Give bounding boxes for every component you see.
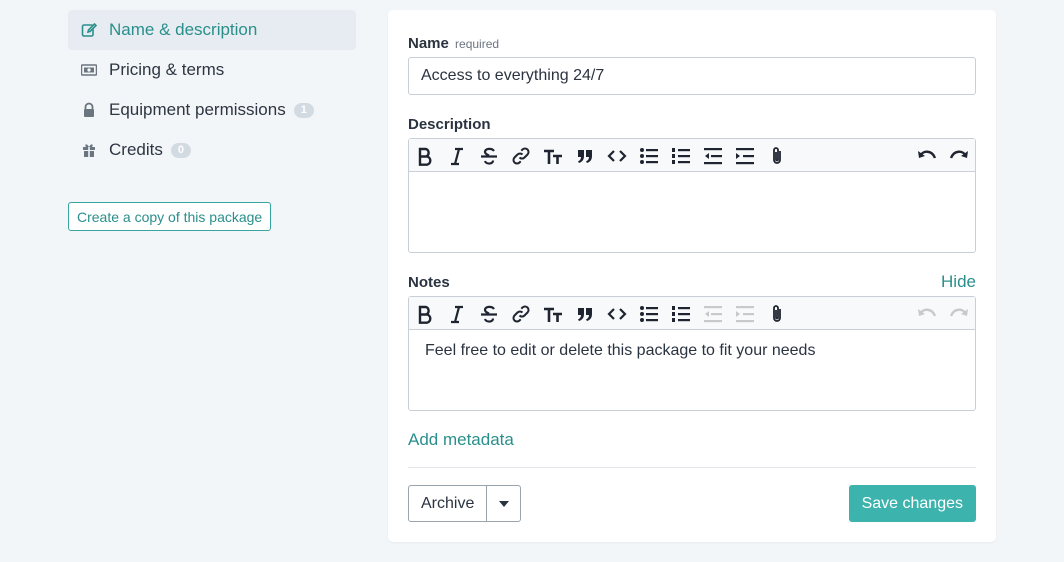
lock-icon	[80, 101, 98, 119]
heading-icon[interactable]	[539, 139, 567, 172]
quote-icon[interactable]	[571, 139, 599, 172]
undo-icon[interactable]	[913, 139, 941, 172]
sidebar-item-pricing-terms[interactable]: Pricing & terms	[68, 50, 356, 90]
archive-button-group: Archive	[408, 485, 522, 522]
italic-icon[interactable]	[443, 297, 471, 330]
gift-icon	[80, 141, 98, 159]
notes-editor: Feel free to edit or delete this package…	[408, 296, 976, 411]
undo-icon[interactable]	[913, 297, 941, 330]
edit-icon	[80, 21, 98, 39]
italic-icon[interactable]	[443, 139, 471, 172]
sidebar-item-credits[interactable]: Credits 0	[68, 130, 356, 170]
link-icon[interactable]	[507, 297, 535, 330]
archive-dropdown-toggle[interactable]	[487, 486, 520, 521]
caret-down-icon	[498, 500, 509, 507]
attachment-icon[interactable]	[763, 139, 791, 172]
numbered-list-icon[interactable]	[667, 297, 695, 330]
add-metadata-link[interactable]: Add metadata	[408, 430, 514, 450]
bold-icon[interactable]	[411, 297, 439, 330]
sidebar-item-equipment-permissions[interactable]: Equipment permissions 1	[68, 90, 356, 130]
hide-notes-link[interactable]: Hide	[941, 272, 976, 292]
notes-label: Notes	[408, 274, 450, 291]
sidebar-item-label: Name & description	[109, 20, 258, 39]
count-badge: 1	[293, 102, 314, 118]
notes-editor-content[interactable]: Feel free to edit or delete this package…	[409, 330, 975, 372]
strikethrough-icon[interactable]	[475, 139, 503, 172]
quote-icon[interactable]	[571, 297, 599, 330]
divider	[408, 467, 976, 468]
description-toolbar	[409, 139, 975, 172]
name-input[interactable]	[408, 57, 976, 95]
indent-icon[interactable]	[731, 139, 759, 172]
bullet-list-icon[interactable]	[635, 297, 663, 330]
strikethrough-icon[interactable]	[475, 297, 503, 330]
archive-button[interactable]: Archive	[409, 486, 488, 521]
indent-icon[interactable]	[731, 297, 759, 330]
package-form-card: Name required Description Notes Hide	[388, 10, 996, 542]
redo-icon[interactable]	[945, 139, 973, 172]
name-label-text: Name	[408, 35, 449, 52]
sidebar-item-label: Pricing & terms	[109, 60, 225, 79]
heading-icon[interactable]	[539, 297, 567, 330]
count-badge: 0	[170, 142, 191, 158]
bullet-list-icon[interactable]	[635, 139, 663, 172]
outdent-icon[interactable]	[699, 139, 727, 172]
bold-icon[interactable]	[411, 139, 439, 172]
description-editor-content[interactable]	[409, 172, 975, 196]
sidebar-item-name-description[interactable]: Name & description	[68, 10, 356, 50]
sidebar: Name & description Pricing & terms Equip…	[68, 10, 356, 231]
code-icon[interactable]	[603, 139, 631, 172]
redo-icon[interactable]	[945, 297, 973, 330]
sidebar-item-label: Equipment permissions	[109, 100, 286, 119]
link-icon[interactable]	[507, 139, 535, 172]
money-icon	[80, 61, 98, 79]
outdent-icon[interactable]	[699, 297, 727, 330]
attachment-icon[interactable]	[763, 297, 791, 330]
description-label: Description	[408, 116, 491, 133]
save-changes-button[interactable]: Save changes	[848, 485, 976, 522]
description-editor	[408, 138, 976, 253]
sidebar-item-label: Credits	[109, 140, 163, 159]
code-icon[interactable]	[603, 297, 631, 330]
numbered-list-icon[interactable]	[667, 139, 695, 172]
notes-toolbar	[409, 297, 975, 330]
create-copy-button[interactable]: Create a copy of this package	[68, 202, 272, 231]
required-hint: required	[455, 37, 500, 51]
name-field-label: Name required	[408, 35, 499, 52]
